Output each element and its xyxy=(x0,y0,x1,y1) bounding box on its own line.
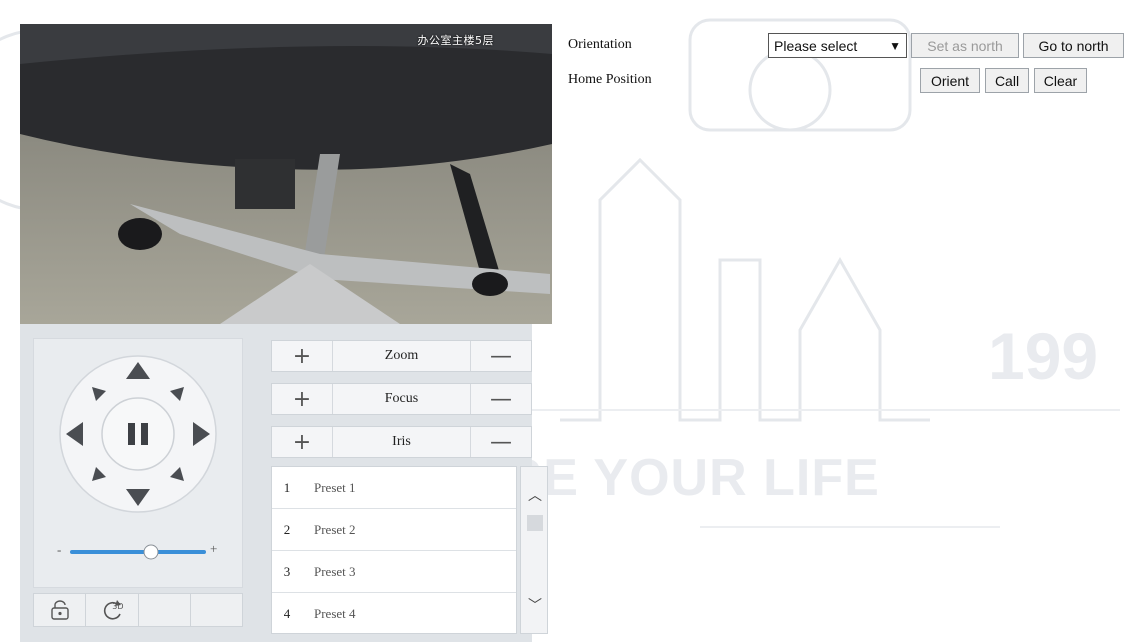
rotate-3d-button[interactable]: 3D xyxy=(86,594,139,626)
scroll-up-icon[interactable]: ︿ xyxy=(528,485,542,505)
tool-slot-3[interactable] xyxy=(139,594,191,626)
scrollbar-thumb[interactable] xyxy=(527,515,543,531)
watermark-year: 199 xyxy=(988,319,1099,393)
home-position-label: Home Position xyxy=(568,72,652,87)
rotate-3d-label: 3D xyxy=(112,601,124,611)
iris-close-button[interactable]: — xyxy=(471,427,531,457)
preset-name: Preset 2 xyxy=(314,521,356,537)
preset-row[interactable]: 1 Preset 1 xyxy=(272,467,516,509)
lock-button[interactable] xyxy=(34,594,87,626)
speed-slider-thumb[interactable] xyxy=(143,544,159,560)
focus-control: + Focus — xyxy=(271,383,532,415)
preset-row[interactable]: 4 Preset 4 xyxy=(272,593,516,634)
iris-label: Iris xyxy=(332,427,471,457)
orientation-select-value: Please select xyxy=(774,37,858,54)
zoom-control: + Zoom — xyxy=(271,340,532,372)
iris-open-button[interactable]: + xyxy=(272,427,332,457)
call-button[interactable]: Call xyxy=(985,68,1029,93)
iris-control: + Iris — xyxy=(271,426,532,458)
focus-near-button[interactable]: + xyxy=(272,384,332,414)
preset-number: 4 xyxy=(283,605,291,621)
speed-minus-label: - xyxy=(57,542,62,557)
video-osd-text: 办公室主楼5层 xyxy=(417,34,494,47)
preset-name: Preset 4 xyxy=(314,605,356,621)
ptz-tool-bar: 3D xyxy=(33,593,243,627)
preset-number: 2 xyxy=(283,521,291,537)
lock-icon xyxy=(50,600,69,620)
preset-row[interactable]: 2 Preset 2 xyxy=(272,509,516,551)
orient-button[interactable]: Orient xyxy=(920,68,980,93)
speed-plus-label: + xyxy=(210,541,218,556)
video-preview[interactable]: 办公室主楼5层 xyxy=(20,24,552,324)
orientation-select[interactable]: Please select ▼ xyxy=(768,33,907,58)
go-to-north-button[interactable]: Go to north xyxy=(1023,33,1124,58)
chevron-down-icon: ▼ xyxy=(889,38,901,53)
zoom-out-button[interactable]: — xyxy=(471,341,531,371)
preset-number: 3 xyxy=(283,563,291,579)
clear-button[interactable]: Clear xyxy=(1034,68,1087,93)
preset-name: Preset 3 xyxy=(314,563,356,579)
orientation-label: Orientation xyxy=(568,37,632,52)
preset-list: 1 Preset 1 2 Preset 2 3 Preset 3 4 Prese… xyxy=(271,466,517,634)
focus-label: Focus xyxy=(332,384,471,414)
focus-far-button[interactable]: — xyxy=(471,384,531,414)
preset-number: 1 xyxy=(283,479,291,495)
ptz-direction-panel: - + xyxy=(33,338,243,588)
preset-scrollbar[interactable]: ︿ ﹀ xyxy=(520,466,548,634)
preset-row[interactable]: 3 Preset 3 xyxy=(272,551,516,593)
tool-slot-4[interactable] xyxy=(191,594,242,626)
set-as-north-button[interactable]: Set as north xyxy=(911,33,1019,58)
zoom-in-button[interactable]: + xyxy=(272,341,332,371)
scroll-down-icon[interactable]: ﹀ xyxy=(528,595,542,615)
preset-name: Preset 1 xyxy=(314,479,356,495)
zoom-label: Zoom xyxy=(332,341,471,371)
video-frame-image xyxy=(20,24,552,324)
